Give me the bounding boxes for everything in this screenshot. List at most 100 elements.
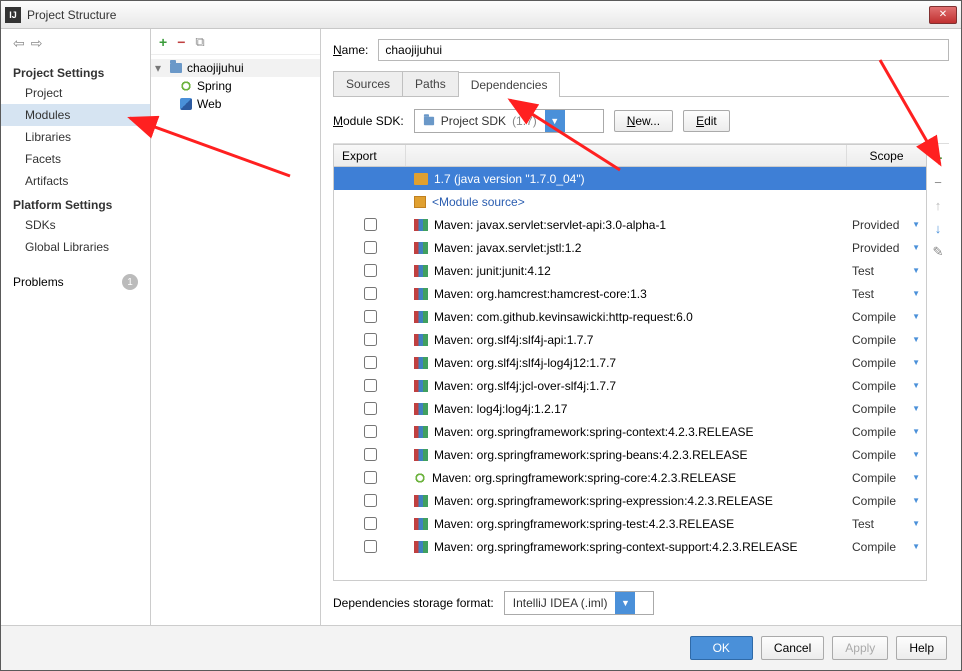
chevron-down-icon[interactable]: ▼ — [545, 110, 565, 132]
copy-icon[interactable]: ⧉ — [195, 34, 204, 50]
scope-value: Test — [852, 517, 874, 531]
dependency-row[interactable]: 1.7 (java version "1.7.0_04") — [334, 167, 926, 190]
nav-item-artifacts[interactable]: Artifacts — [1, 170, 150, 192]
scope-value: Compile — [852, 310, 896, 324]
nav-forward-icon[interactable]: ⇨ — [31, 35, 43, 52]
export-checkbox[interactable] — [364, 310, 377, 323]
scope-dropdown-icon[interactable]: ▼ — [912, 243, 920, 252]
tree-root-label: chaojijuhui — [187, 61, 244, 75]
export-checkbox[interactable] — [364, 540, 377, 553]
nav-item-sdks[interactable]: SDKs — [1, 214, 150, 236]
dependency-row[interactable]: Maven: org.slf4j:jcl-over-slf4j:1.7.7Com… — [334, 374, 926, 397]
remove-icon[interactable]: − — [177, 34, 185, 50]
tree-node-spring[interactable]: Spring — [151, 77, 320, 95]
scope-dropdown-icon[interactable]: ▼ — [912, 450, 920, 459]
titlebar[interactable]: IJ Project Structure ✕ — [1, 1, 961, 29]
export-checkbox[interactable] — [364, 517, 377, 530]
module-tree-panel: + − ⧉ ▾ chaojijuhui Spring — [151, 29, 321, 625]
export-checkbox[interactable] — [364, 494, 377, 507]
export-checkbox[interactable] — [364, 425, 377, 438]
scope-dropdown-icon[interactable]: ▼ — [912, 381, 920, 390]
dependency-row[interactable]: Maven: log4j:log4j:1.2.17Compile▼ — [334, 397, 926, 420]
move-up-icon[interactable]: ↑ — [935, 198, 942, 213]
nav-back-icon[interactable]: ⇦ — [13, 35, 25, 52]
new-sdk-button[interactable]: New... — [614, 110, 673, 132]
name-input[interactable] — [378, 39, 949, 61]
scope-dropdown-icon[interactable]: ▼ — [912, 358, 920, 367]
tree-node-web[interactable]: Web — [151, 95, 320, 113]
add-icon[interactable]: + — [159, 34, 167, 50]
tab-dependencies[interactable]: Dependencies — [458, 72, 561, 97]
dependency-row[interactable]: Maven: org.springframework:spring-beans:… — [334, 443, 926, 466]
nav-item-problems[interactable]: Problems 1 — [1, 268, 150, 294]
scope-value: Compile — [852, 471, 896, 485]
export-checkbox[interactable] — [364, 356, 377, 369]
dependency-row[interactable]: Maven: org.springframework:spring-contex… — [334, 535, 926, 558]
module-sdk-select[interactable]: Project SDK (1.7) ▼ — [414, 109, 604, 133]
dependency-name: Maven: org.hamcrest:hamcrest-core:1.3 — [434, 287, 647, 301]
dependency-row[interactable]: Maven: org.hamcrest:hamcrest-core:1.3Tes… — [334, 282, 926, 305]
tab-paths[interactable]: Paths — [402, 71, 459, 96]
dependency-row[interactable]: Maven: org.springframework:spring-core:4… — [334, 466, 926, 489]
scope-value: Compile — [852, 494, 896, 508]
col-export[interactable]: Export — [334, 145, 406, 166]
scope-dropdown-icon[interactable]: ▼ — [912, 473, 920, 482]
nav-item-project[interactable]: Project — [1, 82, 150, 104]
nav-item-modules[interactable]: Modules — [1, 104, 150, 126]
scope-dropdown-icon[interactable]: ▼ — [912, 542, 920, 551]
remove-dependency-icon[interactable]: − — [934, 175, 942, 190]
help-button[interactable]: Help — [896, 636, 947, 660]
export-checkbox[interactable] — [364, 333, 377, 346]
storage-format-select[interactable]: IntelliJ IDEA (.iml) ▼ — [504, 591, 654, 615]
edit-sdk-button[interactable]: Edit — [683, 110, 730, 132]
ok-button[interactable]: OK — [690, 636, 753, 660]
window-close-button[interactable]: ✕ — [929, 6, 957, 24]
scope-dropdown-icon[interactable]: ▼ — [912, 496, 920, 505]
scope-dropdown-icon[interactable]: ▼ — [912, 519, 920, 528]
dependency-row[interactable]: Maven: junit:junit:4.12Test▼ — [334, 259, 926, 282]
cancel-button[interactable]: Cancel — [761, 636, 824, 660]
nav-item-global-libraries[interactable]: Global Libraries — [1, 236, 150, 258]
nav-item-facets[interactable]: Facets — [1, 148, 150, 170]
export-checkbox[interactable] — [364, 218, 377, 231]
apply-button[interactable]: Apply — [832, 636, 888, 660]
tab-sources[interactable]: Sources — [333, 71, 403, 96]
dependency-row[interactable]: Maven: org.springframework:spring-expres… — [334, 489, 926, 512]
module-tabs: Sources Paths Dependencies — [333, 71, 949, 97]
scope-dropdown-icon[interactable]: ▼ — [912, 220, 920, 229]
chevron-down-icon[interactable]: ▼ — [615, 592, 635, 614]
export-checkbox[interactable] — [364, 287, 377, 300]
export-checkbox[interactable] — [364, 379, 377, 392]
dependency-row[interactable]: Maven: com.github.kevinsawicki:http-requ… — [334, 305, 926, 328]
export-checkbox[interactable] — [364, 471, 377, 484]
dependency-name: <Module source> — [432, 195, 525, 209]
edit-dependency-icon[interactable]: ✎ — [933, 244, 944, 260]
tree-node-root[interactable]: ▾ chaojijuhui — [151, 59, 320, 77]
dependency-row[interactable]: Maven: org.slf4j:slf4j-log4j12:1.7.7Comp… — [334, 351, 926, 374]
dependency-row[interactable]: Maven: org.slf4j:slf4j-api:1.7.7Compile▼ — [334, 328, 926, 351]
scope-dropdown-icon[interactable]: ▼ — [912, 289, 920, 298]
nav-item-libraries[interactable]: Libraries — [1, 126, 150, 148]
col-scope[interactable]: Scope — [846, 145, 926, 166]
web-icon — [180, 98, 192, 110]
scope-dropdown-icon[interactable]: ▼ — [912, 335, 920, 344]
dependency-row[interactable]: <Module source> — [334, 190, 926, 213]
dependency-name: Maven: org.springframework:spring-contex… — [434, 425, 753, 439]
dependency-row[interactable]: Maven: org.springframework:spring-contex… — [334, 420, 926, 443]
dependency-row[interactable]: Maven: javax.servlet:servlet-api:3.0-alp… — [334, 213, 926, 236]
scope-dropdown-icon[interactable]: ▼ — [912, 312, 920, 321]
add-dependency-icon[interactable]: + — [934, 150, 943, 167]
dependency-row[interactable]: Maven: javax.servlet:jstl:1.2Provided▼ — [334, 236, 926, 259]
dependencies-body[interactable]: 1.7 (java version "1.7.0_04") <Module sou… — [334, 167, 926, 580]
caret-down-icon[interactable]: ▾ — [155, 61, 165, 75]
library-icon — [414, 334, 428, 346]
move-down-icon[interactable]: ↓ — [935, 221, 942, 236]
export-checkbox[interactable] — [364, 402, 377, 415]
dependency-row[interactable]: Maven: org.springframework:spring-test:4… — [334, 512, 926, 535]
scope-dropdown-icon[interactable]: ▼ — [912, 427, 920, 436]
export-checkbox[interactable] — [364, 448, 377, 461]
scope-dropdown-icon[interactable]: ▼ — [912, 404, 920, 413]
scope-dropdown-icon[interactable]: ▼ — [912, 266, 920, 275]
export-checkbox[interactable] — [364, 264, 377, 277]
export-checkbox[interactable] — [364, 241, 377, 254]
